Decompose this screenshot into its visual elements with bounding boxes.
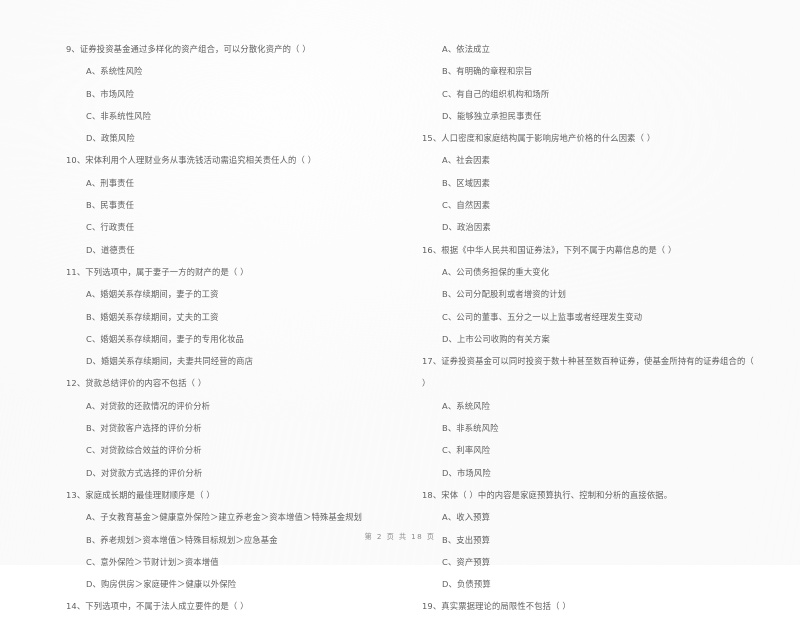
question-stem-17-continuation: ） (422, 378, 431, 389)
question-17-option-c: C、利率风险 (442, 445, 491, 456)
question-stem-13: 13、家庭成长期的最佳理财顺序是（ ） (66, 489, 215, 500)
question-13-option-d: D、购房供房＞家庭硬件＞健康以外保险 (86, 579, 237, 590)
question-14-option-b: B、有明确的章程和宗旨 (442, 66, 533, 77)
question-18-option-a: A、收入预算 (442, 512, 491, 523)
question-11-option-d: D、婚姻关系存续期间，夫妻共同经营的商店 (86, 356, 254, 367)
question-10-option-b: B、民事责任 (86, 200, 135, 211)
question-stem-18: 18、宋体（ ）中的内容是家庭预算执行、控制和分析的直接依据。 (422, 489, 673, 500)
question-15-option-c: C、自然因素 (442, 200, 491, 211)
question-12-option-d: D、对贷款方式选择的评价分析 (86, 467, 203, 478)
question-stem-17: 17、证券投资基金可以同时投资于数十种甚至数百种证券，使基金所持有的证券组合的（ (422, 356, 754, 367)
question-12-option-b: B、对贷款客户选择的评价分析 (86, 423, 202, 434)
question-16-option-d: D、上市公司收购的有关方案 (442, 333, 550, 344)
document-page: 9、证券投资基金通过多样化的资产组合，可以分散化资产的（ ） A、系统性风险 B… (0, 0, 800, 611)
question-16-option-a: A、公司债务担保的重大变化 (442, 266, 550, 277)
question-10-option-a: A、刑事责任 (86, 177, 135, 188)
question-stem-16: 16、根据《中华人民共和国证券法》，下列不属于内幕信息的是（ ） (422, 244, 677, 255)
question-16-option-b: B、公司分配股利或者增资的计划 (442, 289, 567, 300)
question-17-option-a: A、系统风险 (442, 400, 491, 411)
question-15-option-a: A、社会因素 (442, 155, 491, 166)
question-18-option-d: D、负债预算 (442, 579, 491, 590)
question-stem-10: 10、宋体利用个人理财业务从事洗钱活动需追究相关责任人的（ ） (66, 155, 317, 166)
question-stem-12: 12、贷款总结评价的内容不包括（ ） (66, 378, 207, 389)
question-10-option-d: D、道德责任 (86, 244, 135, 255)
question-9-option-b: B、市场风险 (86, 88, 135, 99)
question-13-option-a: A、子女教育基金＞健康意外保险＞建立养老金＞资本增值＞特殊基金规划 (86, 512, 363, 523)
question-stem-19: 19、真实票据理论的局限性不包括（ ） (422, 601, 571, 612)
two-column-layout: 9、证券投资基金通过多样化的资产组合，可以分散化资产的（ ） A、系统性风险 B… (0, 38, 800, 618)
question-17-option-d: D、市场风险 (442, 467, 491, 478)
question-15-option-d: D、政治因素 (442, 222, 491, 233)
question-11-option-a: A、婚姻关系存续期间，妻子的工资 (86, 289, 219, 300)
question-18-option-c: C、资产预算 (442, 556, 491, 567)
question-15-option-b: B、区域因素 (442, 177, 491, 188)
question-9-option-a: A、系统性风险 (86, 66, 143, 77)
question-12-option-c: C、对贷款综合效益的评价分析 (86, 445, 202, 456)
question-stem-14: 14、下列选项中，不属于法人成立要件的是（ ） (66, 601, 249, 612)
question-11-option-c: C、婚姻关系存续期间，妻子的专用化妆品 (86, 333, 244, 344)
question-stem-15: 15、人口密度和家庭结构属于影响房地产价格的什么因素（ ） (422, 133, 656, 144)
question-16-option-c: C、公司的董事、五分之一以上监事或者经理发生变动 (442, 311, 643, 322)
question-17-option-b: B、非系统风险 (442, 423, 499, 434)
question-9-option-c: C、非系统性风险 (86, 110, 152, 121)
question-11-option-b: B、婚姻关系存续期间，丈夫的工资 (86, 311, 219, 322)
question-14-option-a: A、依法成立 (442, 44, 491, 54)
question-stem-9: 9、证券投资基金通过多样化的资产组合，可以分散化资产的（ ） (66, 44, 311, 54)
question-12-option-a: A、对贷款的还款情况的评价分析 (86, 400, 211, 411)
question-13-option-c: C、意外保险＞节财计划＞资本增值 (86, 556, 219, 567)
question-14-option-d: D、能够独立承担民事责任 (442, 110, 542, 121)
question-stem-11: 11、下列选项中，属于妻子一方的财产的是（ ） (66, 266, 249, 277)
right-column: A、依法成立 B、有明确的章程和宗旨 C、有自己的组织机构和场所 D、能够独立承… (400, 38, 800, 618)
left-column: 9、证券投资基金通过多样化的资产组合，可以分散化资产的（ ） A、系统性风险 B… (0, 38, 400, 618)
page-footer: 第 2 页 共 18 页 (364, 532, 436, 541)
question-14-option-c: C、有自己的组织机构和场所 (442, 88, 550, 99)
question-10-option-c: C、行政责任 (86, 222, 135, 233)
question-9-option-d: D、政策风险 (86, 133, 135, 144)
